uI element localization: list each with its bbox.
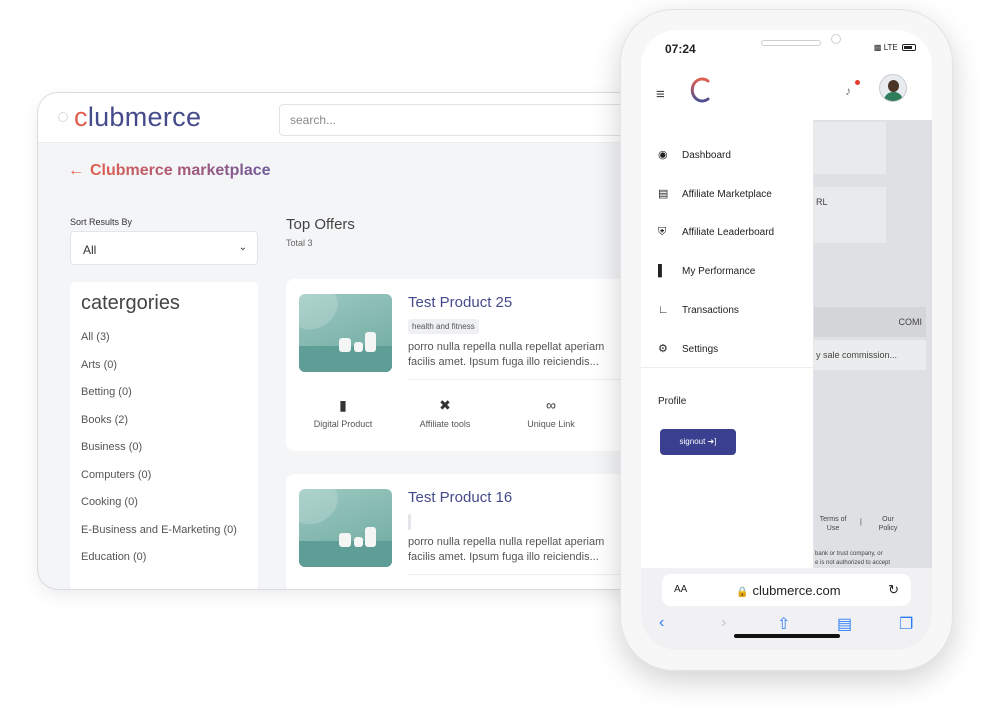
product-tag: health and fitness	[408, 319, 479, 334]
bookmarks-icon[interactable]: ▤	[837, 614, 852, 634]
background-table-row: y sale commission...	[814, 340, 926, 370]
sort-select[interactable]: All ⌄	[70, 231, 258, 265]
menu-item-affiliate-leaderboard[interactable]: ⛨ Affiliate Leaderboard	[658, 226, 774, 239]
promo-stage: clubmerce search... ← Clubmerce marketpla…	[0, 0, 996, 717]
background-table-header: COMI	[814, 307, 926, 337]
status-bar: ▩ LTE	[874, 43, 916, 52]
phone-screen: 07:24 ▩ LTE ≡ ♪ RL COMI y sale commissio…	[641, 30, 932, 650]
desktop-header: clubmerce search...	[38, 93, 678, 143]
chevron-down-icon: ⌄	[238, 242, 247, 253]
product-image	[299, 489, 392, 567]
category-item[interactable]: Computers (0)	[81, 469, 247, 497]
reload-icon[interactable]: ↻	[888, 582, 899, 598]
product-name[interactable]: Test Product 25	[408, 294, 512, 311]
signout-button[interactable]: signout ➜]	[660, 429, 736, 455]
text-size-button[interactable]: AA	[674, 584, 687, 595]
link-icon: ∞	[546, 397, 556, 413]
desktop-window: clubmerce search... ← Clubmerce marketpla…	[38, 93, 678, 589]
address-bar[interactable]: AA 🔒 clubmerce.com ↻	[662, 574, 911, 606]
menu-item-affiliate-marketplace[interactable]: ▤ Affiliate Marketplace	[658, 187, 772, 200]
clubmerce-c-logo[interactable]	[687, 76, 713, 104]
share-icon[interactable]: ⇧	[777, 614, 790, 634]
back-arrow-icon[interactable]: ←	[68, 162, 84, 179]
category-item[interactable]: Books (2)	[81, 414, 247, 442]
globe-icon: ◉	[658, 149, 668, 161]
page-title: ← Clubmerce marketplace	[68, 162, 271, 179]
feature-unique-link: ∞ Unique Link	[506, 397, 596, 429]
product-description: porro nulla repella nulla repellat aperi…	[408, 341, 605, 368]
product-image	[299, 294, 392, 372]
trophy-icon: ⛨	[658, 226, 667, 238]
menu-item-transactions[interactable]: ∟ Transactions	[658, 304, 739, 316]
side-menu: ◉ Dashboard ▤ Affiliate Marketplace ⛨ Affil…	[641, 120, 814, 590]
front-camera	[831, 34, 841, 44]
network-type: LTE	[883, 43, 898, 52]
background-card	[814, 122, 886, 174]
background-fine-print: bank or trust company, or e is not autho…	[815, 551, 891, 566]
category-item[interactable]: Betting (0)	[81, 386, 247, 414]
forward-icon[interactable]: ›	[721, 614, 726, 632]
categories-title: catergories	[81, 292, 180, 314]
tabs-icon[interactable]: ❐	[899, 614, 913, 634]
app-header: ≡ ♪	[641, 74, 932, 120]
feature-affiliate-tools: ✖ Affiliate tools	[400, 397, 490, 429]
category-item[interactable]: Education (0)	[81, 551, 247, 579]
offers-title: Top Offers	[286, 216, 355, 233]
gear-icon: ⚙	[658, 343, 668, 355]
avatar[interactable]	[879, 74, 907, 102]
line-chart-icon: ∟	[658, 304, 669, 316]
offers-total: Total 3	[286, 238, 313, 248]
notification-badge	[855, 80, 860, 85]
home-indicator	[734, 634, 840, 638]
category-item[interactable]: All (3)	[81, 331, 247, 359]
document-icon: ▮	[339, 397, 347, 413]
speaker-grille	[761, 40, 821, 46]
tools-icon: ✖	[439, 397, 451, 413]
search-input[interactable]: search...	[279, 104, 639, 136]
product-description: porro nulla repella nulla repellat aperi…	[408, 536, 605, 563]
phone-frame: 07:24 ▩ LTE ≡ ♪ RL COMI y sale commissio…	[620, 9, 953, 671]
sort-value: All	[83, 243, 97, 257]
hamburger-icon[interactable]: ≡	[656, 86, 665, 103]
categories-panel: catergories All (3) Arts (0) Betting (0)…	[70, 282, 258, 589]
background-card: RL	[814, 187, 886, 243]
signal-icon: ▩	[873, 43, 882, 52]
terms-link[interactable]: Terms of Use	[816, 515, 850, 533]
store-icon: ▤	[658, 188, 669, 200]
menu-item-my-performance[interactable]: ▌ My Performance	[658, 265, 755, 277]
footer-separator: |	[860, 519, 862, 526]
category-item[interactable]: Business (0)	[81, 441, 247, 469]
profile-label[interactable]: Profile	[658, 396, 686, 407]
category-item[interactable]: Cooking (0)	[81, 496, 247, 524]
product-tag	[408, 514, 411, 530]
back-icon[interactable]: ‹	[659, 614, 664, 632]
battery-icon	[902, 44, 916, 52]
lock-icon: 🔒	[736, 587, 749, 598]
feature-digital-product: ▮ Digital Product	[298, 397, 388, 429]
category-item[interactable]: E-Business and E-Marketing (0)	[81, 524, 247, 552]
menu-item-settings[interactable]: ⚙ Settings	[658, 342, 718, 355]
clubmerce-logo[interactable]: clubmerce	[74, 102, 201, 133]
menu-divider	[641, 367, 813, 368]
category-item[interactable]: Arts (0)	[81, 359, 247, 387]
bell-icon[interactable]: ♪	[845, 84, 851, 98]
status-time: 07:24	[665, 42, 696, 56]
url-domain: 🔒 clubmerce.com	[736, 583, 841, 598]
window-dot	[58, 112, 68, 122]
policy-link[interactable]: Our Policy	[873, 515, 903, 533]
menu-item-dashboard[interactable]: ◉ Dashboard	[658, 148, 731, 161]
sort-label: Sort Results By	[70, 217, 133, 227]
product-name[interactable]: Test Product 16	[408, 489, 512, 506]
bar-chart-icon: ▌	[658, 265, 666, 277]
